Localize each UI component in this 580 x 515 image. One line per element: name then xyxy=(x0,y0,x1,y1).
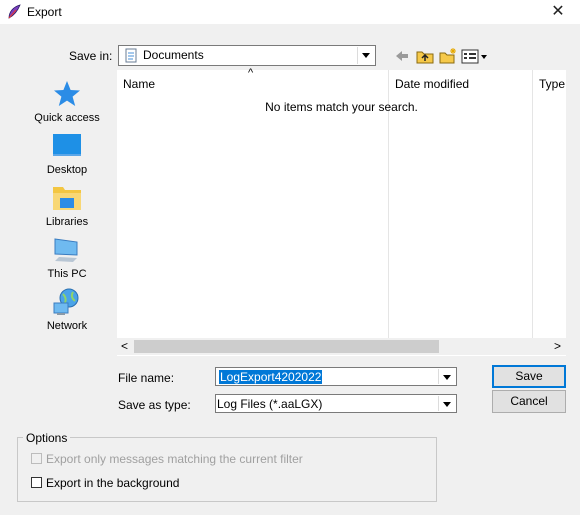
save-as-type-value: Log Files (*.aaLGX) xyxy=(217,397,323,411)
chevron-down-icon[interactable] xyxy=(438,396,455,411)
scrollbar-thumb[interactable] xyxy=(134,340,439,353)
column-header-date-modified[interactable]: Date modified xyxy=(389,70,532,99)
chevron-down-icon[interactable] xyxy=(357,47,374,64)
title-bar: Export ✕ xyxy=(0,0,580,24)
place-libraries[interactable]: Libraries xyxy=(32,182,102,228)
place-label: This PC xyxy=(47,268,87,280)
place-this-pc[interactable]: This PC xyxy=(32,234,102,280)
scroll-right-icon[interactable]: > xyxy=(554,339,561,353)
place-label: Quick access xyxy=(34,112,100,124)
save-as-type-label: Save as type: xyxy=(118,398,191,412)
background-checkbox[interactable] xyxy=(31,477,42,488)
place-label: Network xyxy=(46,320,88,332)
file-name-label: File name: xyxy=(118,371,175,385)
file-name-value[interactable]: LogExport4202022 xyxy=(219,370,323,384)
filter-only-label: Export only messages matching the curren… xyxy=(46,452,303,466)
new-folder-icon[interactable] xyxy=(438,46,458,66)
background-label: Export in the background xyxy=(46,476,180,490)
save-in-combo[interactable]: Documents xyxy=(118,45,376,66)
save-in-label: Save in: xyxy=(69,49,113,63)
chevron-down-icon[interactable] xyxy=(438,369,455,384)
documents-icon xyxy=(125,48,137,63)
column-header-name[interactable]: Name xyxy=(117,70,389,99)
save-in-value: Documents xyxy=(143,48,204,62)
save-button[interactable]: Save xyxy=(492,365,566,388)
place-label: Desktop xyxy=(46,164,88,176)
place-quick-access[interactable]: Quick access xyxy=(32,78,102,124)
libraries-icon xyxy=(53,187,81,210)
file-name-input[interactable]: LogExport4202022 xyxy=(215,367,457,386)
place-network[interactable]: Network xyxy=(32,286,102,332)
options-group xyxy=(17,437,437,502)
file-list[interactable]: ^ Name Date modified Type No items match… xyxy=(117,67,566,356)
scroll-left-icon[interactable]: < xyxy=(121,339,128,353)
place-desktop[interactable]: Desktop xyxy=(32,130,102,176)
export-dialog: Export ✕ Save in: Documents Quick access… xyxy=(0,0,580,515)
desktop-icon xyxy=(53,134,81,156)
column-header-type[interactable]: Type xyxy=(533,70,566,99)
cancel-button[interactable]: Cancel xyxy=(492,390,566,413)
up-folder-icon[interactable] xyxy=(415,46,435,66)
options-title: Options xyxy=(23,431,71,445)
star-icon xyxy=(54,81,80,106)
network-icon xyxy=(53,288,79,315)
window-title: Export xyxy=(27,5,62,19)
save-as-type-select[interactable]: Log Files (*.aaLGX) xyxy=(215,394,457,413)
place-label: Libraries xyxy=(45,216,89,228)
close-button[interactable]: ✕ xyxy=(536,0,580,24)
horizontal-scrollbar[interactable]: < > xyxy=(117,338,566,355)
back-arrow-icon[interactable] xyxy=(393,46,411,66)
app-feather-icon xyxy=(8,4,21,19)
filter-only-checkbox[interactable] xyxy=(31,453,42,464)
computer-icon xyxy=(54,238,78,262)
empty-message: No items match your search. xyxy=(265,100,418,114)
view-menu-icon[interactable] xyxy=(461,46,489,66)
